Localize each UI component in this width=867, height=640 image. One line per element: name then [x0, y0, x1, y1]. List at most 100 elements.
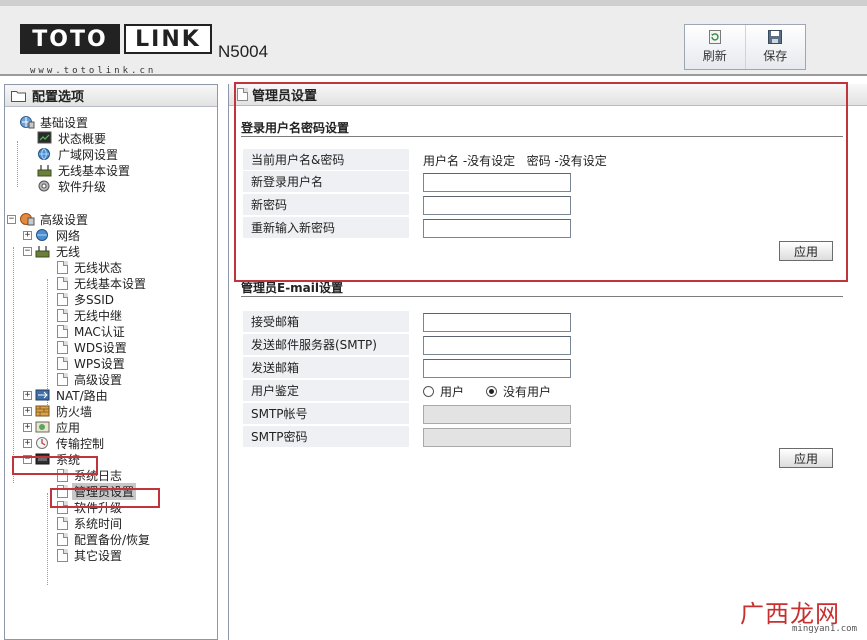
tree-firewall[interactable]: + 防火墙 — [23, 403, 94, 419]
tree-system-time[interactable]: 系统时间 — [57, 515, 124, 531]
tree-label: WPS设置 — [74, 356, 125, 371]
auth-none-radio[interactable]: 没有用户 — [486, 383, 551, 400]
tree-wireless-advanced[interactable]: 高级设置 — [57, 371, 124, 387]
page-icon — [57, 308, 68, 322]
radio-icon — [423, 385, 434, 397]
sender-email-label: 发送邮箱 — [243, 357, 409, 379]
refresh-label: 刷新 — [702, 49, 727, 63]
tree-wireless-basic-adv[interactable]: 无线基本设置 — [57, 275, 148, 291]
auth-none-label: 没有用户 — [503, 384, 552, 399]
tree-advanced-settings[interactable]: − 高级设置 — [7, 211, 90, 227]
page-icon — [57, 260, 68, 274]
tree-label: 防火墙 — [56, 404, 93, 419]
tree-firmware-upgrade[interactable]: 软件升级 — [57, 499, 124, 515]
expand-icon[interactable]: + — [23, 422, 32, 432]
tree-system[interactable]: − 系统 — [23, 451, 82, 467]
expand-icon[interactable]: + — [23, 230, 32, 240]
tree-label: 无线状态 — [74, 260, 123, 275]
recv-email-input[interactable] — [423, 312, 571, 332]
confirm-password-input[interactable] — [423, 218, 571, 238]
tree-basic-settings[interactable]: 基础设置 — [19, 114, 90, 130]
tree-label: 广域网设置 — [58, 147, 119, 162]
confirm-password-row: 重新输入新密码 — [243, 217, 843, 239]
router-model: N5004 — [218, 42, 269, 61]
tree-traffic-control[interactable]: + 传输控制 — [23, 435, 106, 451]
tree-label: 系统 — [56, 452, 81, 467]
smtp-account-input[interactable] — [423, 404, 571, 424]
nat-icon — [35, 389, 50, 401]
tree-label: 无线基本设置 — [74, 276, 147, 291]
tree-status-summary[interactable]: 状态概要 — [37, 130, 108, 146]
tree-label: MAC认证 — [74, 324, 125, 339]
login-apply-button[interactable]: 应用 — [779, 241, 833, 261]
tree-system-log[interactable]: 系统日志 — [57, 467, 124, 483]
expand-icon[interactable]: + — [23, 390, 32, 400]
tree-multi-ssid[interactable]: 多SSID — [57, 291, 116, 307]
email-section-title: 管理员E-mail设置 — [241, 281, 344, 295]
tree-wireless-repeater[interactable]: 无线中继 — [57, 307, 124, 323]
tree-applications[interactable]: + 应用 — [23, 419, 82, 435]
tree-wan-settings[interactable]: 广域网设置 — [37, 146, 120, 162]
sidebar: 配置选项 基础设置 状态概要 广域网设置 无线基本设置 软件升级 − 高级设置 … — [4, 84, 218, 640]
page-icon — [57, 468, 68, 482]
tree-label: 无线基本设置 — [58, 163, 131, 178]
page-icon — [57, 340, 68, 354]
expand-icon[interactable]: + — [23, 406, 32, 416]
expand-icon[interactable]: + — [23, 438, 32, 448]
tree-firmware-upgrade-basic[interactable]: 软件升级 — [37, 178, 108, 194]
new-username-input[interactable] — [423, 172, 571, 192]
save-button[interactable]: 保存 — [744, 25, 806, 69]
smtp-account-label: SMTP帐号 — [243, 403, 409, 425]
email-apply-button[interactable]: 应用 — [779, 448, 833, 468]
section-divider — [241, 296, 843, 297]
tree-label: 基础设置 — [40, 115, 89, 130]
tree-wireless[interactable]: − 无线 — [23, 243, 82, 259]
new-password-row: 新密码 — [243, 194, 843, 216]
tree-admin-settings[interactable]: 管理员设置 — [57, 482, 137, 500]
tree-nat-routing[interactable]: + NAT/路由 — [23, 387, 110, 403]
smtp-server-input[interactable] — [423, 335, 571, 355]
tree-wireless-basic[interactable]: 无线基本设置 — [37, 162, 132, 178]
page-icon — [57, 484, 68, 498]
tree-label: WDS设置 — [74, 340, 127, 355]
page-icon — [57, 516, 68, 530]
new-password-label: 新密码 — [243, 194, 409, 216]
globe-icon — [38, 148, 50, 160]
auth-user-radio[interactable]: 用户 — [423, 383, 464, 400]
sender-email-input[interactable] — [423, 358, 571, 378]
page-icon — [57, 356, 68, 370]
new-password-input[interactable] — [423, 195, 571, 215]
tree-wireless-status[interactable]: 无线状态 — [57, 259, 124, 275]
wireless-router-icon — [37, 165, 52, 177]
save-icon — [768, 30, 783, 44]
page-icon — [57, 500, 68, 514]
recv-email-row: 接受邮箱 — [243, 311, 843, 333]
sidebar-title: 配置选项 — [5, 85, 217, 107]
tree-label: 其它设置 — [74, 548, 123, 563]
new-username-row: 新登录用户名 — [243, 171, 843, 193]
sender-email-row: 发送邮箱 — [243, 357, 843, 379]
tree-config-backup[interactable]: 配置备份/恢复 — [57, 531, 152, 547]
smtp-password-input[interactable] — [423, 427, 571, 447]
collapse-icon[interactable]: − — [23, 246, 32, 256]
tree-mac-auth[interactable]: MAC认证 — [57, 323, 127, 339]
collapse-icon[interactable]: − — [23, 454, 32, 464]
refresh-button[interactable]: 刷新 — [685, 25, 745, 69]
page-icon — [57, 276, 68, 290]
tree-wps[interactable]: WPS设置 — [57, 355, 127, 371]
gear-icon — [38, 180, 50, 192]
login-section-title: 登录用户名密码设置 — [241, 121, 350, 135]
page-title: 管理员设置 — [229, 84, 867, 106]
tree-other-settings[interactable]: 其它设置 — [57, 547, 124, 563]
collapse-icon[interactable]: − — [7, 214, 16, 224]
basic-settings-icon — [20, 116, 35, 129]
tree-network[interactable]: + 网络 — [23, 227, 82, 243]
tree-label: 应用 — [56, 420, 81, 435]
wireless-icon — [35, 246, 50, 258]
status-icon — [37, 131, 52, 144]
tree-wds[interactable]: WDS设置 — [57, 339, 129, 355]
toolbar: 刷新 保存 — [684, 24, 806, 70]
user-auth-row: 用户鉴定 用户 没有用户 — [243, 380, 843, 402]
tree-label: 管理员设置 — [72, 482, 137, 500]
traffic-control-icon — [36, 437, 48, 449]
